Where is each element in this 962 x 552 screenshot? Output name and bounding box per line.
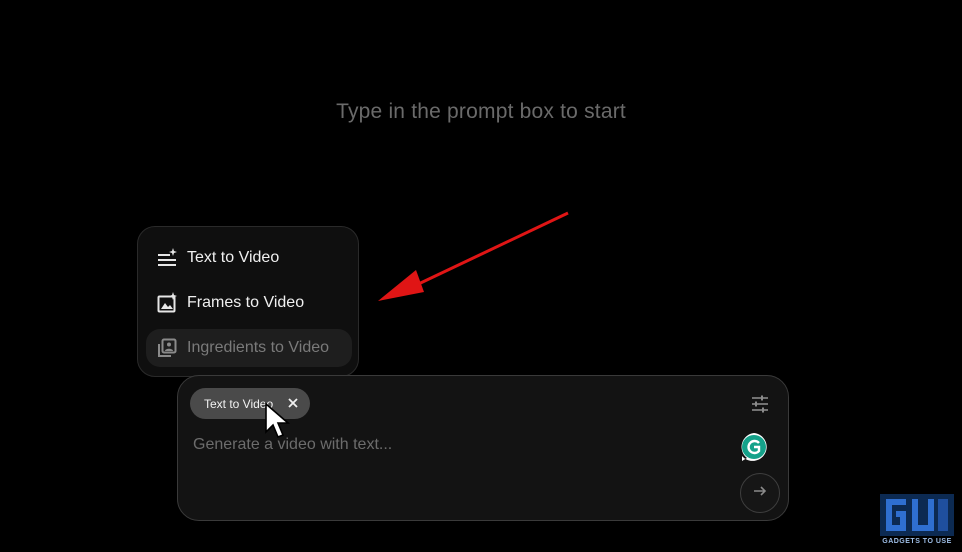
menu-item-text-to-video[interactable]: Text to Video xyxy=(146,239,352,277)
mode-chip-label: Text to Video xyxy=(204,396,274,411)
ingredients-icon xyxy=(156,337,178,359)
annotation-arrow xyxy=(378,211,569,301)
mode-menu: Text to Video Frames to Video Ingredient… xyxy=(137,226,359,377)
grammarly-icon[interactable] xyxy=(738,431,770,463)
mouse-cursor-icon xyxy=(265,402,290,439)
image-sparkle-icon xyxy=(156,292,178,314)
prompt-box: Text to Video Generate a video with text… xyxy=(177,375,789,521)
menu-item-label: Frames to Video xyxy=(187,294,305,311)
prompt-input[interactable]: Generate a video with text... xyxy=(193,436,392,454)
menu-item-frames-to-video[interactable]: Frames to Video xyxy=(146,284,352,322)
watermark-text: GADGETS TO USE xyxy=(882,538,952,545)
menu-item-ingredients-to-video[interactable]: Ingredients to Video xyxy=(146,329,352,367)
arrow-right-icon xyxy=(753,484,767,503)
sliders-icon[interactable] xyxy=(750,394,770,414)
text-sparkle-icon xyxy=(156,247,178,269)
empty-state-hint: Type in the prompt box to start xyxy=(336,100,626,123)
mode-chip[interactable]: Text to Video xyxy=(190,388,310,419)
menu-item-label: Ingredients to Video xyxy=(187,339,330,356)
menu-item-label: Text to Video xyxy=(187,249,280,266)
send-button[interactable] xyxy=(740,473,780,513)
